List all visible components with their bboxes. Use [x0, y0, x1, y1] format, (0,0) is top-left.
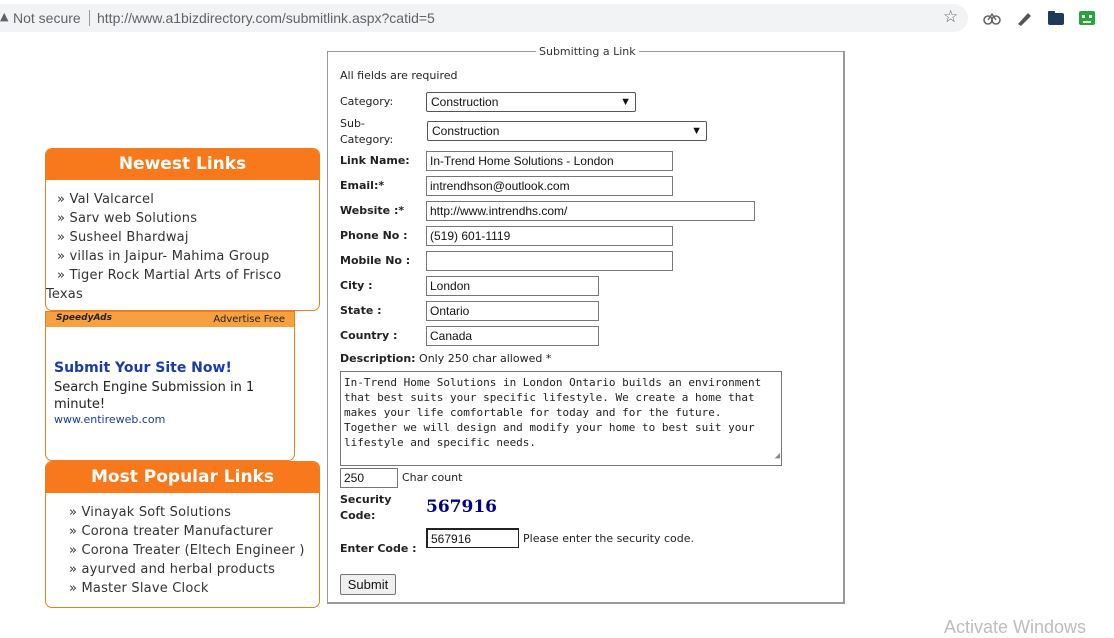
newest-links-title: Newest Links	[46, 149, 319, 180]
newest-link-item[interactable]: » Val Valcarcel	[57, 190, 319, 209]
extension-pen-icon[interactable]	[1016, 10, 1034, 26]
char-count-input: 250	[340, 468, 398, 488]
security-code: 567916	[426, 497, 497, 517]
popular-link-item[interactable]: » Corona Treater (Eltech Engineer )	[69, 541, 319, 560]
newest-link-item[interactable]: » Tiger Rock Martial Arts of Frisco	[57, 266, 319, 285]
enter-code-input[interactable]: 567916	[426, 528, 519, 548]
subcategory-label-line2: Category:	[340, 133, 394, 146]
state-input[interactable]: Ontario	[426, 301, 599, 321]
phone-label: Phone No :	[340, 229, 408, 242]
newest-link-item[interactable]: » Sarv web Solutions	[57, 209, 319, 228]
browser-toolbar: ▲ Not secure http://www.a1bizdirectory.c…	[0, 0, 1114, 37]
required-note: All fields are required	[340, 69, 458, 82]
ad-url-link[interactable]: www.entireweb.com	[54, 413, 165, 426]
security-label-line1: Security	[340, 493, 392, 506]
link-name-label: Link Name:	[340, 154, 410, 167]
popular-links-box: Most Popular Links » Vinayak Soft Soluti…	[45, 461, 320, 608]
warning-icon: ▲	[0, 10, 9, 23]
phone-input[interactable]: (519) 601-1119	[426, 226, 673, 246]
fieldset-legend: Submitting a Link	[536, 45, 639, 58]
bookmark-star-icon[interactable]: ☆	[943, 7, 958, 27]
country-label: Country :	[340, 329, 398, 342]
newest-links-list: » Val Valcarcel » Sarv web Solutions » S…	[46, 180, 319, 304]
popular-link-item[interactable]: » ayurved and herbal products	[69, 560, 319, 579]
extension-robot-icon[interactable]	[1078, 10, 1096, 26]
extension-folder-icon[interactable]	[1047, 10, 1065, 26]
advertise-free-link[interactable]: Advertise Free	[213, 314, 285, 325]
security-indicator[interactable]: Not secure	[13, 10, 81, 26]
website-input[interactable]: http://www.intrendhs.com/	[426, 201, 755, 221]
address-bar[interactable]: ▲ Not secure http://www.a1bizdirectory.c…	[0, 4, 968, 32]
popular-link-item[interactable]: » Corona treater Manufacturer	[69, 522, 319, 541]
state-label: State :	[340, 304, 382, 317]
char-count-label: Char count	[402, 471, 463, 484]
country-input[interactable]: Canada	[426, 326, 599, 346]
speedyads-logo[interactable]: SpeedyAds	[56, 313, 112, 323]
website-label: Website :*	[340, 204, 405, 217]
ad-title-link[interactable]: Submit Your Site Now!	[54, 360, 232, 376]
mobile-label: Mobile No :	[340, 254, 411, 267]
popular-link-item[interactable]: » Master Slave Clock	[69, 579, 319, 598]
resize-grip-icon[interactable]: ◢	[775, 449, 780, 464]
email-input[interactable]: intrendhson@outlook.com	[426, 176, 673, 196]
submit-button[interactable]: Submit	[340, 574, 396, 595]
city-input[interactable]: London	[426, 276, 599, 296]
category-select[interactable]: Construction ▼	[426, 92, 636, 112]
category-label: Category:	[340, 95, 394, 108]
chevron-down-icon: ▼	[620, 96, 631, 108]
newest-link-item-continued[interactable]: Texas	[46, 285, 319, 304]
chevron-down-icon: ▼	[691, 125, 702, 137]
mobile-input[interactable]	[426, 251, 673, 271]
newest-link-item[interactable]: » villas in Jaipur- Mahima Group	[57, 247, 319, 266]
category-selected-value: Construction	[431, 95, 499, 109]
subcategory-selected-value: Construction	[432, 124, 500, 138]
popular-links-title: Most Popular Links	[46, 462, 319, 493]
link-name-input[interactable]: In-Trend Home Solutions - London	[426, 151, 673, 171]
divider	[89, 10, 90, 26]
description-text: In-Trend Home Solutions in London Ontari…	[344, 376, 768, 449]
ad-header: SpeedyAds Advertise Free	[46, 312, 294, 327]
url-text[interactable]: http://www.a1bizdirectory.com/submitlink…	[97, 10, 435, 26]
newest-links-box: Newest Links » Val Valcarcel » Sarv web …	[45, 148, 320, 311]
description-label-row: Description: Only 250 char allowed *	[340, 352, 551, 365]
enter-code-hint: Please enter the security code.	[523, 532, 695, 545]
ad-description: Search Engine Submission in 1 minute!	[54, 380, 255, 412]
extension-cycle-icon[interactable]	[983, 10, 1001, 26]
enter-code-label: Enter Code :	[340, 542, 417, 555]
city-label: City :	[340, 279, 373, 292]
security-label-line2: Code:	[340, 509, 376, 522]
email-label: Email:*	[340, 179, 385, 192]
newest-link-item[interactable]: » Susheel Bhardwaj	[57, 228, 319, 247]
subcategory-label-line1: Sub-	[340, 117, 365, 130]
description-textarea[interactable]: In-Trend Home Solutions in London Ontari…	[340, 371, 782, 466]
popular-links-list: » Vinayak Soft Solutions » Corona treate…	[46, 493, 319, 598]
speedyads-banner: SpeedyAds Advertise Free Submit Your Sit…	[45, 311, 295, 461]
popular-link-item[interactable]: » Vinayak Soft Solutions	[69, 503, 319, 522]
description-label: Description:	[340, 352, 416, 365]
description-hint: Only 250 char allowed *	[419, 352, 552, 365]
subcategory-select[interactable]: Construction ▼	[427, 121, 707, 141]
